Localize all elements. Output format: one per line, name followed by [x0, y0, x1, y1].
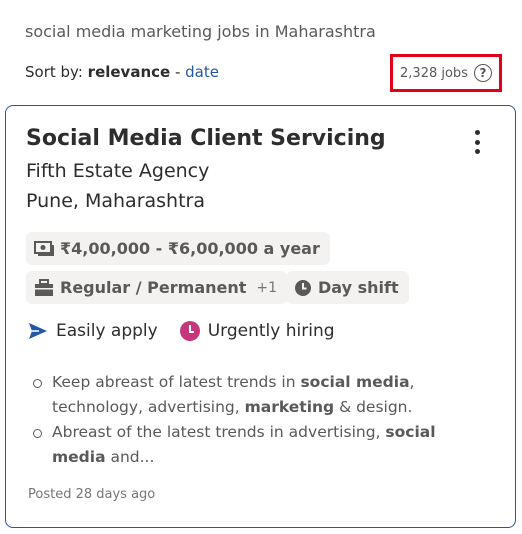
easily-apply-text: Easily apply: [56, 321, 158, 341]
more-options-icon[interactable]: [468, 128, 486, 156]
snippet-item: Keep abreast of latest trends in social …: [32, 370, 492, 420]
job-count: 2,328 jobs: [400, 65, 468, 81]
shift-chip: Day shift: [286, 271, 409, 304]
sort-prefix: Sort by:: [25, 63, 83, 81]
job-card[interactable]: Social Media Client Servicing Fifth Esta…: [5, 105, 516, 528]
briefcase-icon: [35, 278, 53, 296]
snippet-item: Abreast of the latest trends in advertis…: [32, 420, 492, 470]
clock-icon: [295, 279, 311, 296]
urgent-clock-icon: [179, 321, 200, 341]
send-arrow-icon: [29, 323, 47, 339]
posted-date: Posted 28 days ago: [28, 487, 156, 502]
job-badges: Easily apply Urgently hiring: [28, 321, 335, 341]
sort-relevance: relevance: [87, 63, 171, 81]
job-location: Pune, Maharashtra: [26, 190, 205, 212]
sort-bar: Sort by: relevance - date: [25, 63, 219, 81]
job-count-highlight: 2,328 jobs ?: [390, 54, 502, 92]
search-query-heading: social media marketing jobs in Maharasht…: [25, 22, 376, 41]
job-type-chip: Regular / Permanent +1: [26, 271, 288, 304]
shift-text: Day shift: [318, 278, 399, 297]
money-icon: [34, 240, 54, 256]
easily-apply-badge: Easily apply: [28, 321, 158, 341]
job-snippet: Keep abreast of latest trends in social …: [32, 370, 492, 470]
sort-date-link[interactable]: date: [185, 63, 219, 81]
job-title[interactable]: Social Media Client Servicing: [26, 126, 386, 151]
sort-separator: -: [170, 63, 186, 81]
salary-chip: ₹4,00,000 - ₹6,00,000 a year: [26, 232, 330, 265]
salary-text: ₹4,00,000 - ₹6,00,000 a year: [60, 239, 320, 258]
job-type-extra: +1: [256, 279, 278, 296]
job-type-text: Regular / Permanent: [60, 278, 247, 297]
question-circle-icon[interactable]: ?: [473, 64, 492, 82]
urgently-hiring-text: Urgently hiring: [207, 321, 335, 341]
urgently-hiring-badge: Urgently hiring: [179, 321, 335, 341]
company-name: Fifth Estate Agency: [26, 160, 210, 182]
